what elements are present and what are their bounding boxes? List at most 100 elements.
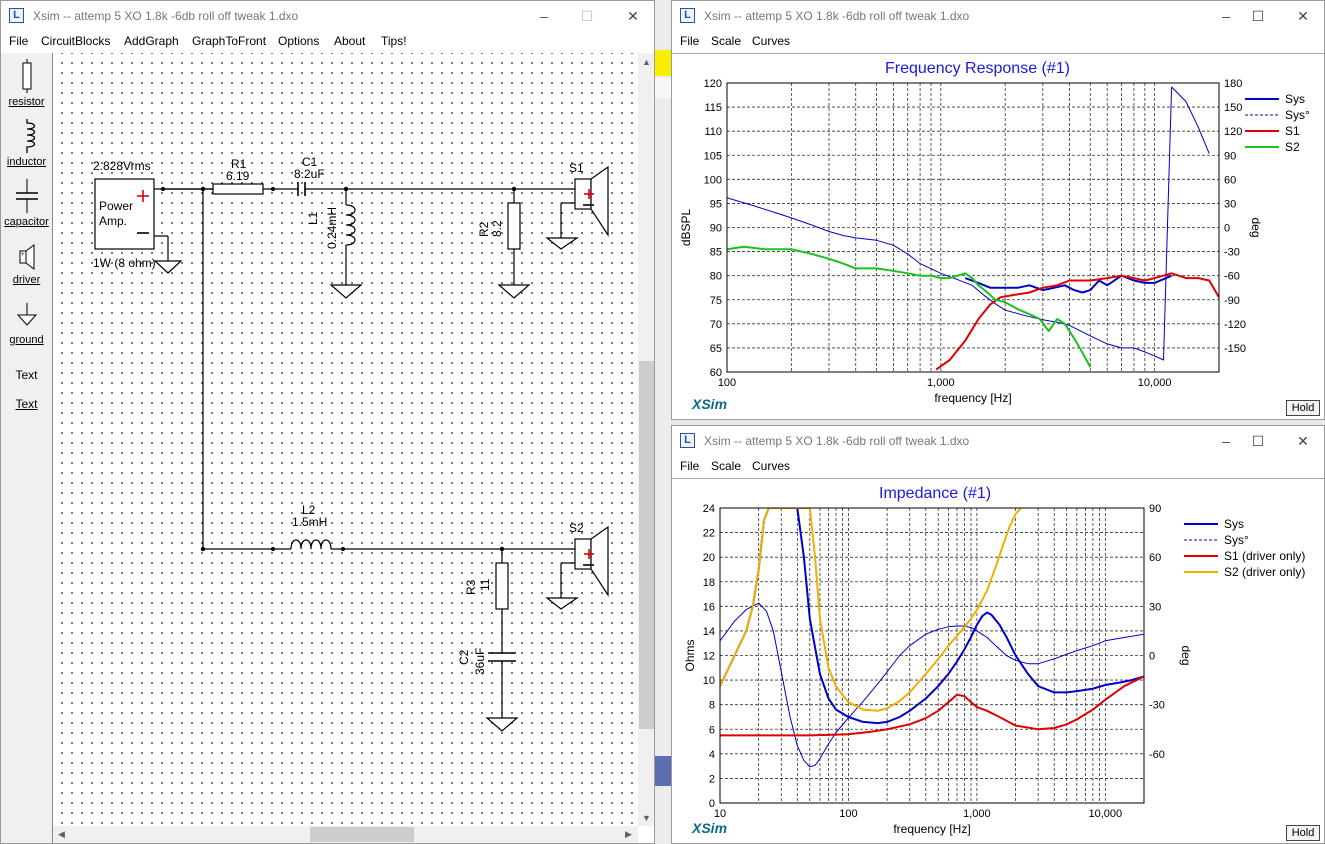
- y2-tick-label: -150: [1224, 343, 1246, 355]
- close-icon[interactable]: ✕: [618, 5, 648, 27]
- minimize-icon[interactable]: –: [1211, 430, 1241, 452]
- y2-tick-label: 60: [1149, 552, 1161, 564]
- menu-options[interactable]: Options: [278, 34, 319, 48]
- y2-tick-label: -30: [1149, 700, 1165, 712]
- junction-dot: [341, 547, 345, 551]
- freq-menubar: File Scale Curves: [672, 31, 1324, 51]
- svg-text:+: +: [21, 252, 25, 258]
- y2-tick-label: -60: [1224, 271, 1240, 283]
- scroll-up-icon[interactable]: ▲: [642, 57, 651, 67]
- r2-ground-symbol: [497, 284, 531, 299]
- amp-power-label: 1W (8 ohm): [93, 256, 156, 270]
- x-tick-label: 10,000: [1138, 377, 1172, 389]
- close-icon[interactable]: ✕: [1288, 5, 1318, 27]
- hold-button[interactable]: Hold: [1286, 825, 1320, 841]
- y2-tick-label: 30: [1149, 601, 1161, 613]
- y-tick-label: 75: [710, 295, 722, 307]
- y-tick-label: 110: [704, 126, 722, 138]
- y2-tick-label: 180: [1224, 78, 1242, 90]
- menu-file[interactable]: File: [680, 459, 699, 473]
- legend-label: Sys°: [1224, 533, 1249, 547]
- y-tick-label: 120: [704, 78, 722, 90]
- tool-label-capacitor: capacitor: [4, 216, 49, 228]
- schematic-titlebar[interactable]: L Xsim -- attemp 5 XO 1.8k -6db roll off…: [1, 1, 654, 31]
- y-tick-label: 100: [704, 174, 722, 186]
- amp-name-label: Power Amp.: [99, 199, 134, 228]
- l2-inductor: [290, 539, 332, 550]
- freq-titlebar[interactable]: L Xsim -- attemp 5 XO 1.8k -6db roll off…: [672, 1, 1324, 31]
- background-window-strip: [655, 0, 671, 844]
- scroll-left-icon[interactable]: ◀: [58, 829, 65, 840]
- y2-tick-label: -60: [1149, 749, 1165, 761]
- window-title: Xsim -- attemp 5 XO 1.8k -6db roll off t…: [704, 434, 970, 448]
- y2-tick-label: 30: [1224, 198, 1236, 210]
- y-tick-label: 80: [710, 271, 722, 283]
- s2-name: S2: [569, 521, 584, 535]
- frequency-response-chart: 60 65 70 75 80 85 90 95 100 105 110 115 120 -150 -120 -…: [679, 78, 1310, 405]
- s1-ground-symbol: [545, 237, 579, 250]
- tool-label-text: Text: [15, 397, 38, 411]
- hold-button[interactable]: Hold: [1286, 400, 1320, 416]
- frequency-response-window: L Xsim -- attemp 5 XO 1.8k -6db roll off…: [671, 0, 1325, 420]
- maximize-icon[interactable]: ☐: [572, 5, 602, 27]
- minimize-icon[interactable]: –: [1211, 5, 1241, 27]
- tool-label-inductor: inductor: [6, 156, 47, 168]
- junction-dot: [271, 187, 275, 191]
- menu-circuitblocks[interactable]: CircuitBlocks: [41, 34, 110, 48]
- y2-tick-label: 90: [1149, 503, 1161, 515]
- y-axis-label: Ohms: [683, 639, 697, 671]
- background-panel: [655, 78, 671, 98]
- schematic-canvas[interactable]: 2.828Vrms Power Amp. 1W (8 ohm) R1 6.19 …: [53, 53, 638, 826]
- y-tick-label: 2: [709, 773, 715, 785]
- y2-tick-label: 0: [1149, 651, 1155, 663]
- menu-scale[interactable]: Scale: [711, 34, 741, 48]
- tool-text-link[interactable]: Text: [1, 397, 52, 411]
- tool-text[interactable]: Text: [1, 368, 52, 382]
- tool-capacitor[interactable]: capacitor: [1, 179, 52, 228]
- x-tick-label: 1,000: [927, 377, 955, 389]
- maximize-icon[interactable]: ☐: [1243, 430, 1273, 452]
- menu-curves[interactable]: Curves: [752, 34, 790, 48]
- impedance-chart: 024681012141618202224-60-30030609010 100 1…: [683, 503, 1305, 836]
- y2-tick-label: 90: [1224, 150, 1236, 162]
- xsim-logo: XSim: [692, 396, 728, 412]
- imp-titlebar[interactable]: L Xsim -- attemp 5 XO 1.8k -6db roll off…: [672, 426, 1324, 456]
- menu-addgraph[interactable]: AddGraph: [124, 34, 179, 48]
- menu-file[interactable]: File: [9, 34, 28, 48]
- vertical-scrollbar[interactable]: ▲ ▼: [638, 53, 654, 826]
- close-icon[interactable]: ✕: [1288, 430, 1318, 452]
- r3-resistor: [495, 562, 509, 610]
- y-tick-label: 70: [710, 319, 722, 331]
- tool-resistor[interactable]: resistor: [1, 59, 52, 108]
- maximize-icon[interactable]: ☐: [1243, 5, 1273, 27]
- background-yellow-bar: [655, 50, 671, 76]
- l1-inductor: [345, 204, 356, 246]
- minimize-icon[interactable]: –: [529, 5, 559, 27]
- legend-label: S2: [1285, 140, 1300, 154]
- menu-scale[interactable]: Scale: [711, 459, 741, 473]
- tool-inductor[interactable]: inductor: [1, 119, 52, 168]
- resistor-icon: [22, 59, 31, 93]
- menu-file[interactable]: File: [680, 34, 699, 48]
- y2-tick-label: 60: [1224, 174, 1236, 186]
- r2-resistor: [507, 202, 521, 250]
- horizontal-scrollbar[interactable]: ◀ ▶: [53, 826, 638, 843]
- scroll-down-icon[interactable]: ▼: [642, 813, 651, 823]
- tool-ground[interactable]: ground: [1, 303, 52, 346]
- horizontal-scroll-thumb[interactable]: [310, 827, 414, 842]
- x-tick-label: 100: [839, 808, 857, 820]
- menu-graphtofront[interactable]: GraphToFront: [192, 34, 266, 48]
- menu-about[interactable]: About: [334, 34, 365, 48]
- y-tick-label: 115: [704, 102, 722, 114]
- y-tick-label: 12: [703, 651, 715, 663]
- y-tick-label: 85: [710, 247, 722, 259]
- l2-value: 1.5mH: [292, 515, 328, 529]
- freq-plot-area: Frequency Response (#1) 60 65 70 75 80 85 90 95…: [672, 53, 1324, 419]
- tool-driver[interactable]: + driver: [1, 243, 52, 286]
- menu-tips[interactable]: Tips!: [381, 34, 407, 48]
- vertical-scroll-thumb[interactable]: [639, 361, 654, 729]
- scroll-right-icon[interactable]: ▶: [625, 829, 632, 840]
- y-tick-label: 22: [703, 528, 715, 540]
- menu-curves[interactable]: Curves: [752, 459, 790, 473]
- legend-label: S1: [1285, 124, 1300, 138]
